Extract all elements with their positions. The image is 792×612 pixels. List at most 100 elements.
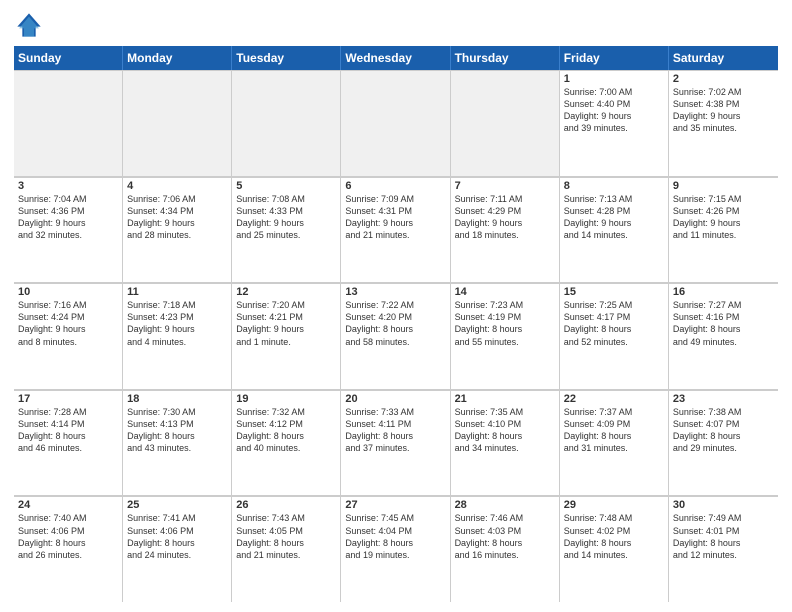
day-cell-29: 29Sunrise: 7:48 AM Sunset: 4:02 PM Dayli… bbox=[560, 497, 669, 602]
day-cell-12: 12Sunrise: 7:20 AM Sunset: 4:21 PM Dayli… bbox=[232, 284, 341, 389]
header-saturday: Saturday bbox=[669, 46, 778, 70]
day-number: 3 bbox=[18, 180, 118, 192]
empty-cell bbox=[14, 71, 123, 176]
day-number: 7 bbox=[455, 180, 555, 192]
day-cell-8: 8Sunrise: 7:13 AM Sunset: 4:28 PM Daylig… bbox=[560, 178, 669, 283]
day-number: 26 bbox=[236, 499, 336, 511]
day-info: Sunrise: 7:35 AM Sunset: 4:10 PM Dayligh… bbox=[455, 406, 555, 455]
day-number: 14 bbox=[455, 286, 555, 298]
day-info: Sunrise: 7:40 AM Sunset: 4:06 PM Dayligh… bbox=[18, 512, 118, 561]
calendar-row-3: 17Sunrise: 7:28 AM Sunset: 4:14 PM Dayli… bbox=[14, 390, 778, 497]
empty-cell bbox=[123, 71, 232, 176]
day-info: Sunrise: 7:09 AM Sunset: 4:31 PM Dayligh… bbox=[345, 193, 445, 242]
day-cell-19: 19Sunrise: 7:32 AM Sunset: 4:12 PM Dayli… bbox=[232, 391, 341, 496]
calendar-row-1: 3Sunrise: 7:04 AM Sunset: 4:36 PM Daylig… bbox=[14, 177, 778, 284]
day-info: Sunrise: 7:06 AM Sunset: 4:34 PM Dayligh… bbox=[127, 193, 227, 242]
day-number: 22 bbox=[564, 393, 664, 405]
calendar-row-0: 1Sunrise: 7:00 AM Sunset: 4:40 PM Daylig… bbox=[14, 70, 778, 177]
day-info: Sunrise: 7:32 AM Sunset: 4:12 PM Dayligh… bbox=[236, 406, 336, 455]
header bbox=[14, 10, 778, 40]
day-info: Sunrise: 7:18 AM Sunset: 4:23 PM Dayligh… bbox=[127, 299, 227, 348]
day-info: Sunrise: 7:25 AM Sunset: 4:17 PM Dayligh… bbox=[564, 299, 664, 348]
day-info: Sunrise: 7:20 AM Sunset: 4:21 PM Dayligh… bbox=[236, 299, 336, 348]
day-number: 9 bbox=[673, 180, 774, 192]
day-number: 1 bbox=[564, 73, 664, 85]
day-info: Sunrise: 7:48 AM Sunset: 4:02 PM Dayligh… bbox=[564, 512, 664, 561]
day-cell-7: 7Sunrise: 7:11 AM Sunset: 4:29 PM Daylig… bbox=[451, 178, 560, 283]
day-number: 29 bbox=[564, 499, 664, 511]
day-cell-4: 4Sunrise: 7:06 AM Sunset: 4:34 PM Daylig… bbox=[123, 178, 232, 283]
calendar-header: SundayMondayTuesdayWednesdayThursdayFrid… bbox=[14, 46, 778, 70]
day-cell-25: 25Sunrise: 7:41 AM Sunset: 4:06 PM Dayli… bbox=[123, 497, 232, 602]
day-cell-27: 27Sunrise: 7:45 AM Sunset: 4:04 PM Dayli… bbox=[341, 497, 450, 602]
day-info: Sunrise: 7:33 AM Sunset: 4:11 PM Dayligh… bbox=[345, 406, 445, 455]
calendar-row-2: 10Sunrise: 7:16 AM Sunset: 4:24 PM Dayli… bbox=[14, 283, 778, 390]
day-info: Sunrise: 7:49 AM Sunset: 4:01 PM Dayligh… bbox=[673, 512, 774, 561]
day-info: Sunrise: 7:15 AM Sunset: 4:26 PM Dayligh… bbox=[673, 193, 774, 242]
empty-cell bbox=[341, 71, 450, 176]
day-number: 13 bbox=[345, 286, 445, 298]
day-cell-21: 21Sunrise: 7:35 AM Sunset: 4:10 PM Dayli… bbox=[451, 391, 560, 496]
day-cell-26: 26Sunrise: 7:43 AM Sunset: 4:05 PM Dayli… bbox=[232, 497, 341, 602]
day-info: Sunrise: 7:08 AM Sunset: 4:33 PM Dayligh… bbox=[236, 193, 336, 242]
day-number: 27 bbox=[345, 499, 445, 511]
header-monday: Monday bbox=[123, 46, 232, 70]
header-sunday: Sunday bbox=[14, 46, 123, 70]
header-tuesday: Tuesday bbox=[232, 46, 341, 70]
header-wednesday: Wednesday bbox=[341, 46, 450, 70]
day-info: Sunrise: 7:37 AM Sunset: 4:09 PM Dayligh… bbox=[564, 406, 664, 455]
logo bbox=[14, 10, 48, 40]
day-number: 6 bbox=[345, 180, 445, 192]
day-number: 17 bbox=[18, 393, 118, 405]
day-number: 19 bbox=[236, 393, 336, 405]
day-cell-14: 14Sunrise: 7:23 AM Sunset: 4:19 PM Dayli… bbox=[451, 284, 560, 389]
day-cell-1: 1Sunrise: 7:00 AM Sunset: 4:40 PM Daylig… bbox=[560, 71, 669, 176]
day-number: 8 bbox=[564, 180, 664, 192]
day-number: 24 bbox=[18, 499, 118, 511]
day-number: 2 bbox=[673, 73, 774, 85]
day-number: 20 bbox=[345, 393, 445, 405]
day-number: 4 bbox=[127, 180, 227, 192]
day-cell-11: 11Sunrise: 7:18 AM Sunset: 4:23 PM Dayli… bbox=[123, 284, 232, 389]
day-info: Sunrise: 7:02 AM Sunset: 4:38 PM Dayligh… bbox=[673, 86, 774, 135]
day-cell-15: 15Sunrise: 7:25 AM Sunset: 4:17 PM Dayli… bbox=[560, 284, 669, 389]
empty-cell bbox=[451, 71, 560, 176]
day-cell-3: 3Sunrise: 7:04 AM Sunset: 4:36 PM Daylig… bbox=[14, 178, 123, 283]
day-cell-13: 13Sunrise: 7:22 AM Sunset: 4:20 PM Dayli… bbox=[341, 284, 450, 389]
day-info: Sunrise: 7:30 AM Sunset: 4:13 PM Dayligh… bbox=[127, 406, 227, 455]
day-cell-23: 23Sunrise: 7:38 AM Sunset: 4:07 PM Dayli… bbox=[669, 391, 778, 496]
day-info: Sunrise: 7:13 AM Sunset: 4:28 PM Dayligh… bbox=[564, 193, 664, 242]
day-cell-28: 28Sunrise: 7:46 AM Sunset: 4:03 PM Dayli… bbox=[451, 497, 560, 602]
day-info: Sunrise: 7:38 AM Sunset: 4:07 PM Dayligh… bbox=[673, 406, 774, 455]
calendar-row-4: 24Sunrise: 7:40 AM Sunset: 4:06 PM Dayli… bbox=[14, 496, 778, 602]
day-info: Sunrise: 7:46 AM Sunset: 4:03 PM Dayligh… bbox=[455, 512, 555, 561]
day-info: Sunrise: 7:28 AM Sunset: 4:14 PM Dayligh… bbox=[18, 406, 118, 455]
day-info: Sunrise: 7:23 AM Sunset: 4:19 PM Dayligh… bbox=[455, 299, 555, 348]
empty-cell bbox=[232, 71, 341, 176]
day-number: 11 bbox=[127, 286, 227, 298]
day-cell-10: 10Sunrise: 7:16 AM Sunset: 4:24 PM Dayli… bbox=[14, 284, 123, 389]
day-number: 30 bbox=[673, 499, 774, 511]
day-number: 25 bbox=[127, 499, 227, 511]
day-info: Sunrise: 7:11 AM Sunset: 4:29 PM Dayligh… bbox=[455, 193, 555, 242]
day-info: Sunrise: 7:45 AM Sunset: 4:04 PM Dayligh… bbox=[345, 512, 445, 561]
day-info: Sunrise: 7:04 AM Sunset: 4:36 PM Dayligh… bbox=[18, 193, 118, 242]
day-cell-20: 20Sunrise: 7:33 AM Sunset: 4:11 PM Dayli… bbox=[341, 391, 450, 496]
page: SundayMondayTuesdayWednesdayThursdayFrid… bbox=[0, 0, 792, 612]
logo-icon bbox=[14, 10, 44, 40]
day-cell-6: 6Sunrise: 7:09 AM Sunset: 4:31 PM Daylig… bbox=[341, 178, 450, 283]
header-thursday: Thursday bbox=[451, 46, 560, 70]
day-number: 10 bbox=[18, 286, 118, 298]
day-number: 12 bbox=[236, 286, 336, 298]
day-info: Sunrise: 7:41 AM Sunset: 4:06 PM Dayligh… bbox=[127, 512, 227, 561]
day-cell-9: 9Sunrise: 7:15 AM Sunset: 4:26 PM Daylig… bbox=[669, 178, 778, 283]
day-cell-18: 18Sunrise: 7:30 AM Sunset: 4:13 PM Dayli… bbox=[123, 391, 232, 496]
day-cell-5: 5Sunrise: 7:08 AM Sunset: 4:33 PM Daylig… bbox=[232, 178, 341, 283]
day-info: Sunrise: 7:27 AM Sunset: 4:16 PM Dayligh… bbox=[673, 299, 774, 348]
day-number: 28 bbox=[455, 499, 555, 511]
day-cell-17: 17Sunrise: 7:28 AM Sunset: 4:14 PM Dayli… bbox=[14, 391, 123, 496]
day-number: 5 bbox=[236, 180, 336, 192]
header-friday: Friday bbox=[560, 46, 669, 70]
day-number: 16 bbox=[673, 286, 774, 298]
day-number: 23 bbox=[673, 393, 774, 405]
